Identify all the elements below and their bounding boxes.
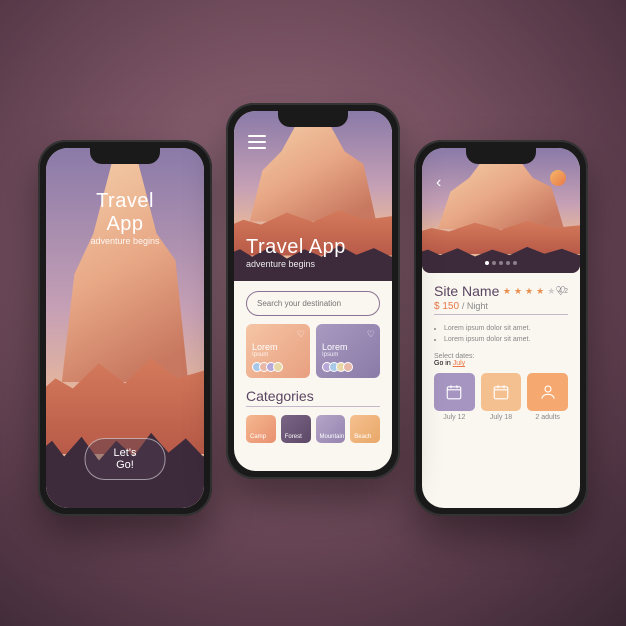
phone-detail: ‹ ♡ Site Name ★★★★★ 4.2 $ 150 / Night Lo… <box>414 140 588 516</box>
categories-heading: Categories <box>246 388 380 404</box>
list-item: Lorem ipsum dolor sit amet. <box>444 334 568 345</box>
destination-cards: ♡ Lorem Ipsum ♡ Lorem Ipsum <box>246 324 380 378</box>
app-subtitle: adventure begins <box>86 236 165 246</box>
app-subtitle: adventure begins <box>246 259 346 269</box>
calendar-icon <box>445 383 463 401</box>
go-in-row: Go in July <box>434 360 568 367</box>
search-input[interactable] <box>246 291 380 316</box>
price-unit: / Night <box>462 301 488 311</box>
site-name: Site Name <box>434 283 499 299</box>
splash-hero: Travel App adventure begins Let's Go! <box>46 148 204 508</box>
categories-row: Camp Forest Mountain Beach <box>246 415 380 443</box>
checkout-date-button[interactable] <box>481 373 522 411</box>
home-title-block: Travel App adventure begins <box>246 236 346 269</box>
app-title: Travel App <box>86 190 165 236</box>
amenities-list: Lorem ipsum dolor sit amet. Lorem ipsum … <box>434 323 568 345</box>
detail-hero: ‹ <box>422 148 580 273</box>
phone-splash: Travel App adventure begins Let's Go! <box>38 140 212 516</box>
heart-icon[interactable]: ♡ <box>297 329 305 340</box>
detail-screen: ‹ ♡ Site Name ★★★★★ 4.2 $ 150 / Night Lo… <box>422 148 580 508</box>
lets-go-button[interactable]: Let's Go! <box>85 438 166 480</box>
month-link[interactable]: July <box>453 360 465 367</box>
person-icon <box>539 383 557 401</box>
card-subtitle: Ipsum <box>252 352 304 358</box>
avatar-group <box>252 362 304 372</box>
carousel-dots[interactable] <box>485 261 517 265</box>
select-dates-label: Select dates: <box>434 353 568 360</box>
home-screen: Travel App adventure begins ♡ Lorem Ipsu… <box>234 111 392 471</box>
splash-title-block: Travel App adventure begins <box>86 190 165 394</box>
price-value: $ 150 <box>434 301 459 312</box>
checkin-date-button[interactable] <box>434 373 475 411</box>
guests-button[interactable] <box>527 373 568 411</box>
date-labels-row: July 12 July 18 2 adults <box>434 414 568 421</box>
checkin-label: July 12 <box>434 414 475 421</box>
list-item: Lorem ipsum dolor sit amet. <box>444 323 568 334</box>
notch <box>90 148 160 164</box>
phone-home: Travel App adventure begins ♡ Lorem Ipsu… <box>226 103 400 479</box>
category-beach[interactable]: Beach <box>350 415 380 443</box>
hamburger-icon[interactable] <box>248 135 266 149</box>
divider <box>246 406 380 407</box>
profile-avatar[interactable] <box>550 170 566 186</box>
favorite-icon[interactable]: ♡ <box>555 284 566 298</box>
category-mountain[interactable]: Mountain <box>316 415 346 443</box>
card-title: Lorem <box>322 342 374 352</box>
heart-icon[interactable]: ♡ <box>367 329 375 340</box>
destination-card[interactable]: ♡ Lorem Ipsum <box>316 324 380 378</box>
splash-screen: Travel App adventure begins Let's Go! <box>46 148 204 508</box>
app-title: Travel App <box>246 236 346 259</box>
category-forest[interactable]: Forest <box>281 415 311 443</box>
back-icon[interactable]: ‹ <box>436 174 441 192</box>
card-subtitle: Ipsum <box>322 352 374 358</box>
destination-card[interactable]: ♡ Lorem Ipsum <box>246 324 310 378</box>
divider <box>434 314 568 315</box>
notch <box>466 148 536 164</box>
notch <box>278 111 348 127</box>
guests-label: 2 adults <box>527 414 568 421</box>
calendar-icon <box>492 383 510 401</box>
price-row: $ 150 / Night <box>434 301 568 312</box>
category-camp[interactable]: Camp <box>246 415 276 443</box>
home-content: ♡ Lorem Ipsum ♡ Lorem Ipsum Categories <box>234 281 392 453</box>
home-hero: Travel App adventure begins <box>234 111 392 281</box>
avatar-group <box>322 362 374 372</box>
checkout-label: July 18 <box>481 414 522 421</box>
card-title: Lorem <box>252 342 304 352</box>
date-picker-row <box>434 373 568 411</box>
